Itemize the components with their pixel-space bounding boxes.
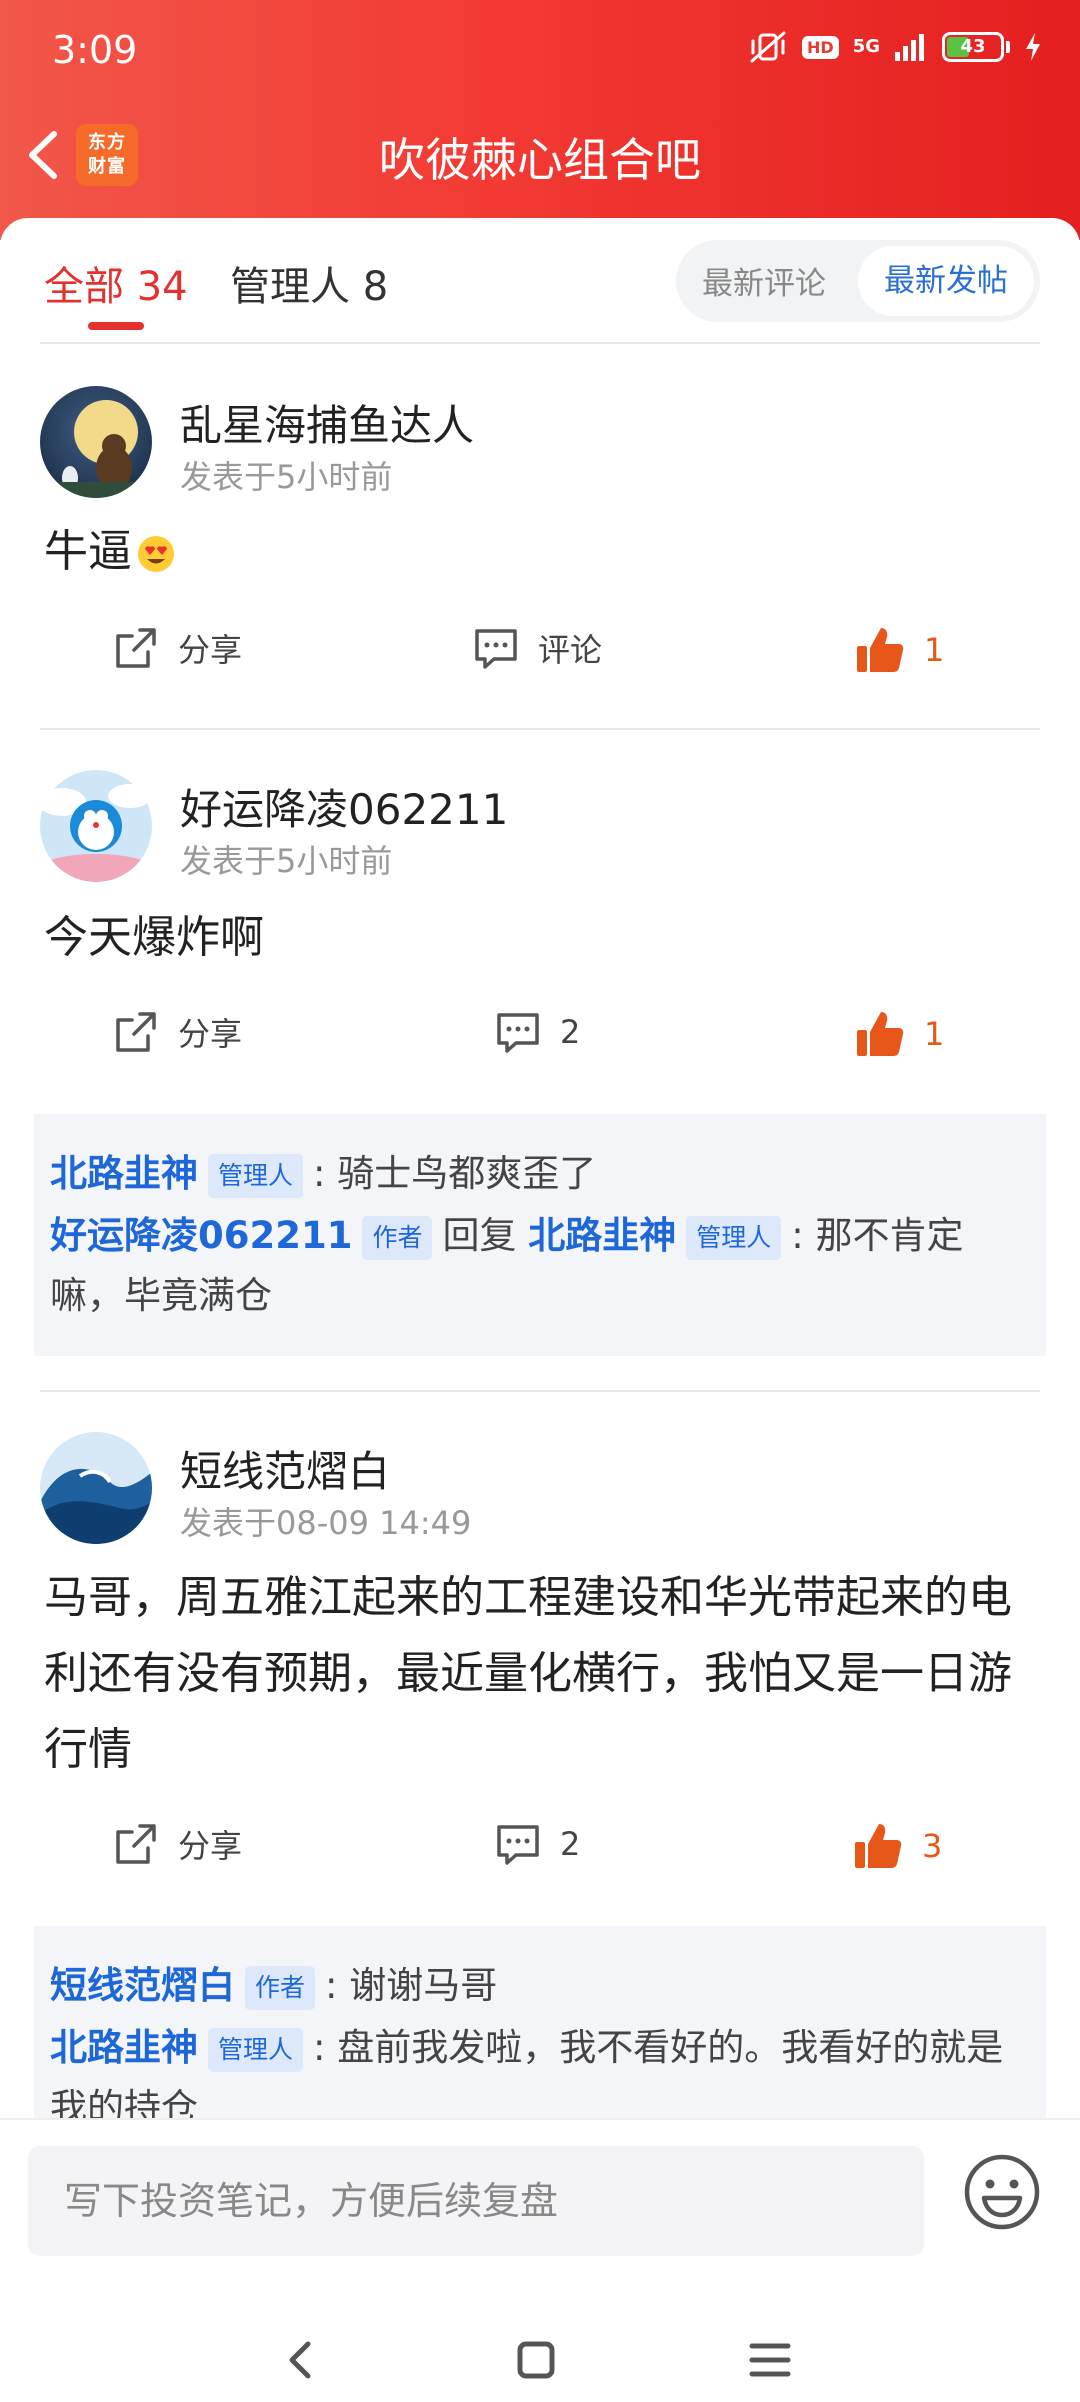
- signal-icon: [895, 34, 924, 61]
- role-badge: 管理人: [208, 1153, 304, 1198]
- share-icon: [116, 1824, 156, 1864]
- share-icon: [116, 1012, 156, 1052]
- hd-icon: HD: [802, 35, 839, 59]
- thumbs-up-icon: [855, 1824, 902, 1868]
- divider: [40, 728, 1040, 730]
- emoji-button[interactable]: [962, 2152, 1042, 2232]
- comment-count: 2: [560, 1013, 581, 1051]
- avatar[interactable]: [40, 1432, 152, 1544]
- bottom-bar: 写下投资笔记，方便后续复盘: [0, 2118, 1080, 2402]
- note-input[interactable]: 写下投资笔记，方便后续复盘: [28, 2146, 924, 2256]
- thumbs-up-icon: [857, 1012, 904, 1056]
- avatar-doraemon-image: [40, 770, 152, 882]
- avatar[interactable]: [40, 386, 152, 498]
- share-button[interactable]: 分享: [112, 1008, 242, 1056]
- share-icon: [116, 628, 156, 668]
- role-badge: 管理人: [686, 1215, 782, 1260]
- share-label: 分享: [178, 1827, 243, 1865]
- sort-latest-comment[interactable]: 最新评论: [702, 258, 826, 303]
- nav-back-button[interactable]: [280, 2330, 320, 2394]
- nav-menu-icon: [749, 2343, 791, 2377]
- divider: [40, 1390, 1040, 1392]
- nav-menu-button[interactable]: [746, 2330, 794, 2394]
- like-button[interactable]: 3: [852, 1820, 942, 1872]
- nav-home-icon: [517, 2341, 555, 2379]
- share-label: 分享: [178, 1015, 243, 1053]
- like-count: 1: [924, 1015, 945, 1053]
- share-button[interactable]: 分享: [112, 624, 242, 672]
- divider: [40, 342, 1040, 344]
- heart-eyes-emoji-icon: [138, 536, 174, 572]
- reply-text: 谢谢马哥: [349, 1964, 498, 2007]
- mute-vibrate-icon: [750, 31, 786, 63]
- reply-text: 骑士鸟都爽歪了: [337, 1152, 597, 1195]
- like-button[interactable]: 1: [854, 1008, 944, 1060]
- nav-home-button[interactable]: [512, 2330, 560, 2394]
- reply-user[interactable]: 短线范熠白: [50, 1964, 235, 2007]
- battery-nub: [1006, 41, 1010, 53]
- comment-button[interactable]: 评论: [472, 624, 602, 672]
- tab-admin[interactable]: 管理人 8: [230, 254, 388, 312]
- post-content[interactable]: 马哥，周五雅江起来的工程建设和华光带起来的电利还有没有预期，最近量化横行，我怕又…: [44, 1560, 1040, 1788]
- nav-back-icon: [289, 2341, 311, 2379]
- like-count: 3: [922, 1827, 943, 1865]
- sort-toggle: 最新评论 最新发帖: [676, 240, 1040, 322]
- tab-all[interactable]: 全部 34: [44, 254, 188, 312]
- share-label: 分享: [178, 631, 243, 669]
- sort-latest-post[interactable]: 最新发帖: [858, 246, 1034, 316]
- reply-item[interactable]: 短线范熠白 作者: 谢谢马哥: [50, 1956, 1020, 2016]
- comment-icon: [475, 629, 517, 669]
- role-badge: 管理人: [208, 2027, 304, 2072]
- comment-icon: [497, 1825, 539, 1865]
- post-username[interactable]: 好运降凌062211: [180, 776, 508, 837]
- share-button[interactable]: 分享: [112, 1820, 242, 1868]
- reply-list: 短线范熠白 作者: 谢谢马哥 北路韭神 管理人: 盘前我发啦，我不看好的。我看好的就…: [34, 1926, 1046, 2118]
- battery-percent: 43: [960, 36, 986, 57]
- system-nav-bar: [0, 2320, 1080, 2402]
- reply-user[interactable]: 好运降凌062211: [50, 1214, 352, 1257]
- page-title: 吹彼棘心组合吧: [379, 133, 701, 187]
- comment-button[interactable]: 2: [494, 1820, 580, 1868]
- like-count: 1: [924, 631, 945, 669]
- role-badge: 作者: [245, 1965, 316, 2010]
- avatar[interactable]: [40, 770, 152, 882]
- reply-item[interactable]: 北路韭神 管理人: 盘前我发啦，我不看好的。我看好的就是我的持仓: [50, 2018, 1020, 2118]
- reply-item[interactable]: 好运降凌062211 作者 回复 北路韭神 管理人: 那不肯定嘛，毕竟满仓: [50, 1206, 1020, 1326]
- reply-word: 回复: [442, 1214, 517, 1257]
- post-username[interactable]: 短线范熠白: [180, 1438, 390, 1499]
- comment-button[interactable]: 2: [494, 1008, 580, 1056]
- status-bar: 3:09 HD 5G 43: [0, 0, 1080, 100]
- battery-icon: 43: [942, 32, 1004, 62]
- active-tab-indicator: [88, 322, 144, 330]
- reply-user[interactable]: 北路韭神: [50, 1152, 198, 1195]
- like-button[interactable]: 1: [854, 624, 944, 676]
- post-content[interactable]: 牛逼: [44, 514, 1040, 590]
- reply-list: 北路韭神 管理人: 骑士鸟都爽歪了 好运降凌062211 作者 回复 北路韭神 管理人:…: [34, 1114, 1046, 1356]
- role-badge: 作者: [362, 1215, 433, 1260]
- reply-target-user[interactable]: 北路韭神: [528, 1214, 676, 1257]
- reply-user[interactable]: 北路韭神: [50, 2026, 198, 2069]
- post-content[interactable]: 今天爆炸啊: [44, 900, 1040, 976]
- post-time: 发表于08-09 14:49: [180, 1504, 472, 1542]
- charging-icon: [1026, 33, 1040, 61]
- network-type: 5G: [852, 36, 880, 57]
- smiley-face-icon: [964, 2154, 1040, 2230]
- thumbs-up-icon: [857, 628, 904, 672]
- app-header: 3:09 HD 5G 43 东方 财富 吹彼棘心组合吧: [0, 0, 1080, 240]
- status-icons: HD 5G 43: [748, 30, 1042, 64]
- post-text: 牛逼: [44, 526, 132, 577]
- avatar-wave-image: [40, 1432, 152, 1544]
- post-time: 发表于5小时前: [180, 842, 393, 880]
- comment-count: 2: [560, 1825, 581, 1863]
- avatar-moon-bear-image: [40, 386, 152, 498]
- status-time: 3:09: [52, 28, 138, 72]
- comment-icon: [497, 1013, 539, 1053]
- comment-label: 评论: [538, 631, 603, 669]
- post-username[interactable]: 乱星海捕鱼达人: [180, 392, 474, 453]
- reply-item[interactable]: 北路韭神 管理人: 骑士鸟都爽歪了: [50, 1144, 1020, 1204]
- post-time: 发表于5小时前: [180, 458, 393, 496]
